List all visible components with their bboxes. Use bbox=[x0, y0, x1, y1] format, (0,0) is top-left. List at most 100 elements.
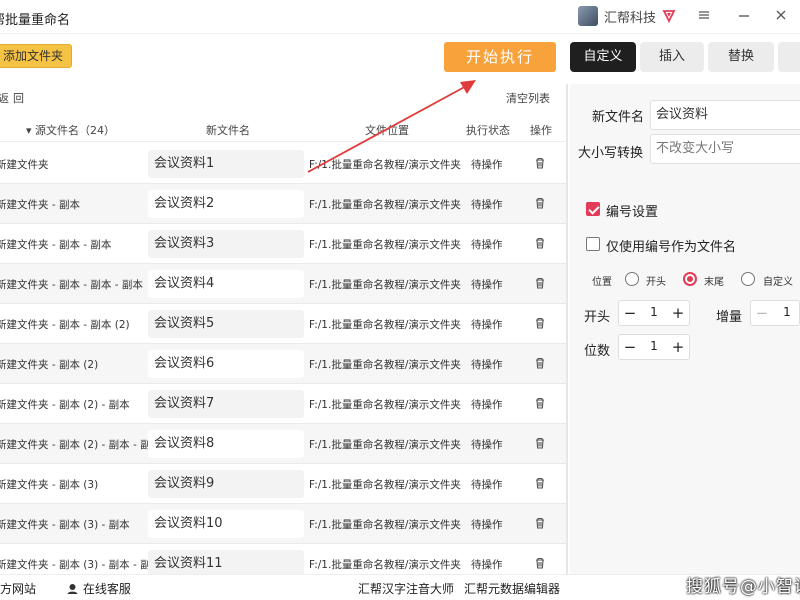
table-row[interactable]: 新建文件夹 - 副本 (3) 会议资料9 F:/1.批量重命名教程/演示文件夹/… bbox=[0, 464, 566, 504]
trash-icon[interactable] bbox=[533, 556, 547, 570]
only-number-checkbox[interactable] bbox=[586, 237, 600, 251]
brand-area: 汇帮科技 bbox=[578, 6, 676, 26]
cell-source-name: 新建文件夹 - 副本 bbox=[0, 199, 80, 211]
increment-value[interactable]: 1 bbox=[777, 301, 797, 325]
tab-more[interactable] bbox=[778, 42, 800, 72]
tab-replace[interactable]: 替换 bbox=[708, 42, 774, 72]
minus-icon[interactable]: − bbox=[751, 301, 773, 325]
digits-value[interactable]: 1 bbox=[641, 335, 667, 359]
add-folder-button[interactable]: 添加文件夹 bbox=[0, 44, 73, 68]
app-title: 帮批量重命名 bbox=[0, 13, 71, 28]
website-link[interactable]: 官方网站 bbox=[0, 580, 36, 597]
table-row[interactable]: 新建文件夹 - 副本 (2) - 副本 - 副本 会议资料8 F:/1.批量重命… bbox=[0, 424, 566, 464]
cell-new-name: 会议资料2 bbox=[148, 190, 304, 218]
cell-source-name: 新建文件夹 - 副本 (2) bbox=[0, 359, 99, 371]
cell-new-name: 会议资料9 bbox=[148, 470, 304, 498]
list-scrollbar[interactable] bbox=[566, 84, 568, 574]
minus-icon[interactable]: − bbox=[619, 301, 641, 325]
cell-status: 待操作 bbox=[471, 319, 503, 331]
cell-new-name: 会议资料7 bbox=[148, 390, 304, 418]
minus-icon[interactable]: − bbox=[619, 335, 641, 359]
cell-path: F:/1.批量重命名教程/演示文件夹/新 bbox=[309, 519, 461, 531]
clear-list-button[interactable]: 清空列表 bbox=[506, 90, 550, 106]
cell-new-name: 会议资料5 bbox=[148, 310, 304, 338]
table-row[interactable]: 新建文件夹 会议资料1 F:/1.批量重命名教程/演示文件夹/新 待操作 bbox=[0, 144, 566, 184]
cell-new-name: 会议资料11 bbox=[148, 550, 304, 574]
position-label: 位置 bbox=[592, 277, 612, 288]
position-end-radio[interactable] bbox=[683, 272, 697, 286]
table-row[interactable]: 新建文件夹 - 副本 (2) - 副本 会议资料7 F:/1.批量重命名教程/演… bbox=[0, 384, 566, 424]
menu-icon[interactable] bbox=[695, 8, 713, 26]
close-icon[interactable] bbox=[772, 8, 790, 26]
trash-icon[interactable] bbox=[533, 276, 547, 290]
increment-label: 增量 bbox=[716, 310, 743, 325]
table-row[interactable]: 新建文件夹 - 副本 - 副本 (2) 会议资料5 F:/1.批量重命名教程/演… bbox=[0, 304, 566, 344]
tab-insert[interactable]: 插入 bbox=[640, 42, 704, 72]
cell-path: F:/1.批量重命名教程/演示文件夹/新 bbox=[309, 439, 461, 451]
table-header: ▾ 源文件名（24） 新文件名 文件位置 执行状态 操作 bbox=[0, 116, 566, 142]
trash-icon[interactable] bbox=[533, 396, 547, 410]
table-row[interactable]: 新建文件夹 - 副本 - 副本 会议资料3 F:/1.批量重命名教程/演示文件夹… bbox=[0, 224, 566, 264]
cell-source-name: 新建文件夹 - 副本 (2) - 副本 - 副本 bbox=[0, 439, 162, 451]
position-start-radio[interactable] bbox=[625, 272, 639, 286]
start-button[interactable]: 开始执行 bbox=[444, 42, 556, 72]
cell-new-name: 会议资料4 bbox=[148, 270, 304, 298]
cell-path: F:/1.批量重命名教程/演示文件夹/新 bbox=[309, 279, 461, 291]
table-row[interactable]: 新建文件夹 - 副本 (3) - 副本 会议资料10 F:/1.批量重命名教程/… bbox=[0, 504, 566, 544]
numbering-checkbox[interactable] bbox=[586, 202, 600, 216]
header-location: 文件位置 bbox=[365, 124, 409, 137]
back-button-label[interactable]: 回 bbox=[13, 90, 24, 106]
table-row[interactable]: 新建文件夹 - 副本 - 副本 - 副本 会议资料4 F:/1.批量重命名教程/… bbox=[0, 264, 566, 304]
cell-source-name: 新建文件夹 - 副本 - 副本 - 副本 bbox=[0, 279, 143, 291]
cell-source-name: 新建文件夹 - 副本 - 副本 (2) bbox=[0, 319, 130, 331]
digits-stepper[interactable]: − 1 + bbox=[618, 334, 690, 360]
table-row[interactable]: 新建文件夹 - 副本 会议资料2 F:/1.批量重命名教程/演示文件夹/新 待操… bbox=[0, 184, 566, 224]
digits-label: 位数 bbox=[584, 344, 611, 359]
cell-status: 待操作 bbox=[471, 159, 503, 171]
minimize-icon[interactable] bbox=[735, 8, 753, 26]
cell-source-name: 新建文件夹 - 副本 (3) bbox=[0, 479, 99, 491]
increment-stepper[interactable]: − 1 bbox=[750, 300, 800, 326]
cell-source-name: 新建文件夹 - 副本 (3) - 副本 bbox=[0, 519, 130, 531]
case-select[interactable]: 不改变大小写 bbox=[650, 134, 800, 164]
start-value[interactable]: 1 bbox=[641, 301, 667, 325]
cell-status: 待操作 bbox=[471, 559, 503, 571]
product-link-metadata[interactable]: 汇帮元数据编辑器 bbox=[464, 580, 560, 597]
cell-source-name: 新建文件夹 - 副本 (2) - 副本 bbox=[0, 399, 130, 411]
trash-icon[interactable] bbox=[533, 476, 547, 490]
header-status: 执行状态 bbox=[466, 124, 510, 137]
cell-status: 待操作 bbox=[471, 399, 503, 411]
footer-bar: 官方网站 在线客服 汇帮汉字注音大师 汇帮元数据编辑器 bbox=[0, 574, 800, 600]
position-custom-radio[interactable] bbox=[741, 272, 755, 286]
table-row[interactable]: 新建文件夹 - 副本 (3) - 副本 - 副本 会议资料11 F:/1.批量重… bbox=[0, 544, 566, 574]
cell-path: F:/1.批量重命名教程/演示文件夹/新 bbox=[309, 199, 461, 211]
cell-status: 待操作 bbox=[471, 359, 503, 371]
header-source[interactable]: ▾ 源文件名（24） bbox=[26, 122, 115, 138]
start-stepper[interactable]: − 1 + bbox=[618, 300, 690, 326]
case-label: 大小写转换 bbox=[578, 146, 644, 161]
back-button[interactable]: 返 bbox=[0, 90, 9, 106]
trash-icon[interactable] bbox=[533, 196, 547, 210]
support-link[interactable]: 在线客服 bbox=[66, 580, 131, 597]
trash-icon[interactable] bbox=[533, 436, 547, 450]
list-toolbar: 返 回 清空列表 bbox=[0, 84, 566, 110]
trash-icon[interactable] bbox=[533, 236, 547, 250]
table-row[interactable]: 新建文件夹 - 副本 (2) 会议资料6 F:/1.批量重命名教程/演示文件夹/… bbox=[0, 344, 566, 384]
cell-status: 待操作 bbox=[471, 439, 503, 451]
plus-icon[interactable]: + bbox=[667, 335, 689, 359]
trash-icon[interactable] bbox=[533, 516, 547, 530]
cell-new-name: 会议资料3 bbox=[148, 230, 304, 258]
avatar[interactable] bbox=[578, 6, 598, 26]
product-link-pinyin[interactable]: 汇帮汉字注音大师 bbox=[358, 580, 454, 597]
trash-icon[interactable] bbox=[533, 316, 547, 330]
cell-path: F:/1.批量重命名教程/演示文件夹/新 bbox=[309, 319, 461, 331]
trash-icon[interactable] bbox=[533, 356, 547, 370]
tab-custom[interactable]: 自定义 bbox=[570, 42, 636, 72]
trash-icon[interactable] bbox=[533, 156, 547, 170]
plus-icon[interactable]: + bbox=[667, 301, 689, 325]
cell-new-name: 会议资料1 bbox=[148, 150, 304, 178]
only-number-label: 仅使用编号作为文件名 bbox=[606, 240, 737, 255]
brand-logo-icon bbox=[662, 10, 676, 23]
cell-status: 待操作 bbox=[471, 279, 503, 291]
new-name-input[interactable]: 会议资料 bbox=[650, 100, 800, 130]
